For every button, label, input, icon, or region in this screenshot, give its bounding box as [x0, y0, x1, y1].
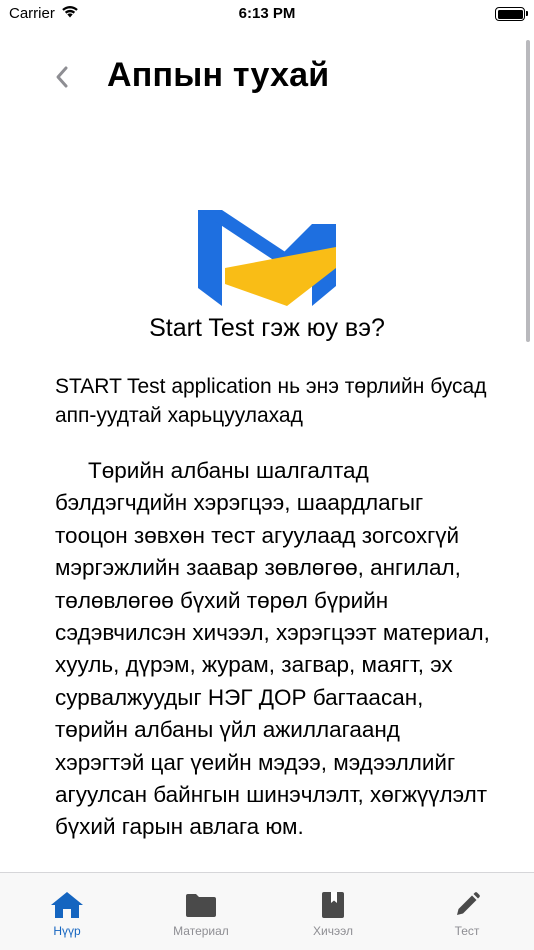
tab-test-label: Тест	[454, 924, 480, 938]
home-icon	[49, 891, 85, 919]
section-heading: Start Test гэж юу вэ?	[149, 314, 385, 342]
app-logo	[195, 206, 341, 310]
book-icon	[315, 891, 351, 919]
tab-materials[interactable]: Материал	[134, 891, 268, 938]
status-time: 6:13 PM	[238, 5, 296, 22]
intro-paragraph: START Test application нь энэ төрлийн бу…	[55, 375, 487, 427]
nav-header: Аппын тухай	[0, 52, 534, 112]
tab-lessons[interactable]: Хичээл	[266, 891, 400, 938]
tab-home[interactable]: Нүүр	[0, 891, 134, 938]
chevron-left-icon	[56, 66, 68, 88]
battery-icon	[495, 7, 528, 21]
tab-lessons-label: Хичээл	[313, 924, 353, 938]
back-button[interactable]	[50, 62, 74, 92]
folder-icon	[183, 891, 219, 919]
scroll-indicator[interactable]	[526, 40, 530, 342]
tab-home-label: Нүүр	[53, 924, 81, 938]
tab-materials-label: Материал	[173, 924, 229, 938]
pencil-icon	[449, 891, 485, 919]
status-bar: Carrier 6:13 PM	[0, 0, 534, 28]
body-paragraph: Төрийн албаны шалгалтад бэлдэгчдийн хэрэ…	[55, 458, 490, 840]
tab-bar: Нүүр Материал Хичээл Тест	[0, 872, 534, 950]
tab-test[interactable]: Тест	[400, 891, 534, 938]
page-title: Аппын тухай	[107, 56, 330, 94]
